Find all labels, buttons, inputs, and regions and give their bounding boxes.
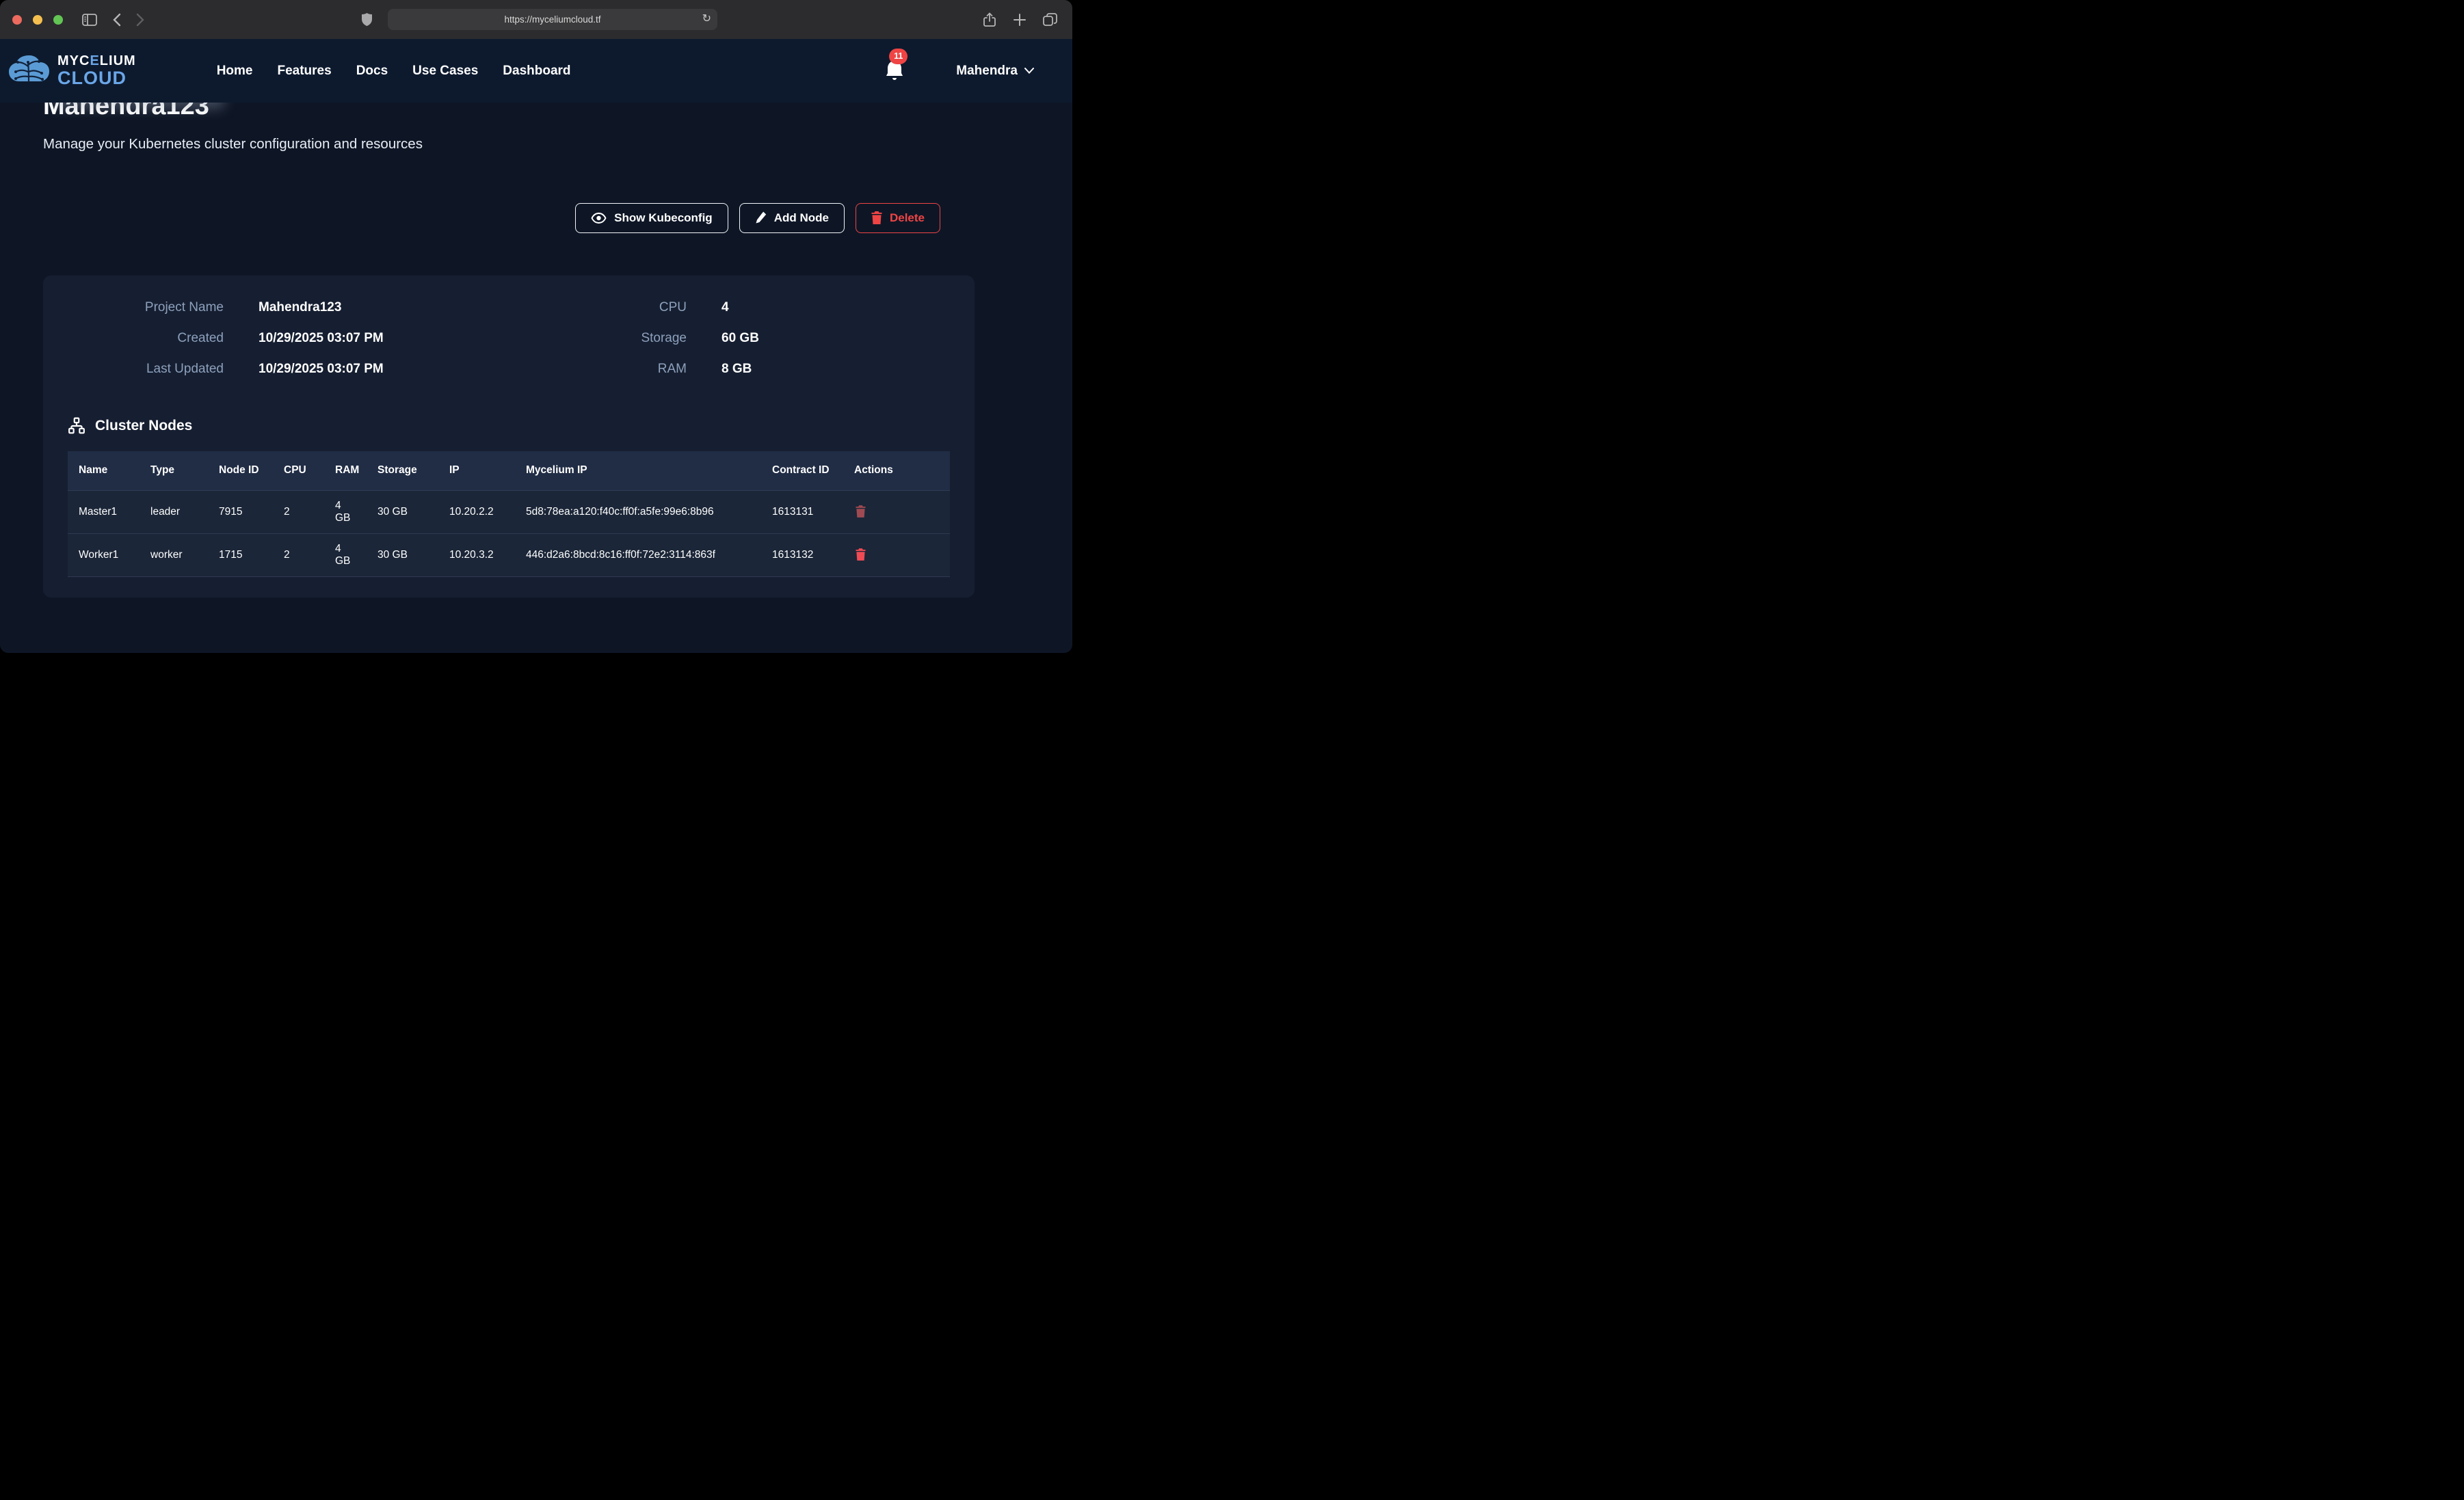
cell-ip: 10.20.2.2 [438,491,515,534]
minimize-window-button[interactable] [33,15,42,25]
nav-item-home[interactable]: Home [217,64,253,79]
privacy-shield-icon[interactable] [355,10,378,30]
cell-type: worker [140,534,208,577]
traffic-lights [12,15,63,25]
col-node-id: Node ID [208,451,273,491]
col-ram: RAM [324,451,367,491]
cell-type: leader [140,491,208,534]
storage-label: Storage [522,331,687,346]
page-subtitle: Manage your Kubernetes cluster configura… [0,136,1072,152]
cpu-value: 4 [721,300,729,315]
cell-ram: 4 GB [324,491,367,534]
cell-cpu: 2 [273,534,324,577]
tab-overview-icon[interactable] [1038,10,1061,30]
cluster-overview-card: Project Name Mahendra123 Created 10/29/202… [43,276,975,598]
delete-cluster-button[interactable]: Delete [856,203,940,233]
col-storage: Storage [367,451,438,491]
close-window-button[interactable] [12,15,22,25]
add-node-button[interactable]: Add Node [739,203,845,233]
nav-item-features[interactable]: Features [277,64,331,79]
user-menu[interactable]: Mahendra [956,64,1034,79]
table-header-row: Name Type Node ID CPU RAM Storage IP Myc… [68,451,950,491]
cell-cpu: 2 [273,491,324,534]
zoom-window-button[interactable] [53,15,63,25]
col-name: Name [68,451,140,491]
sidebar-toggle-icon[interactable] [78,10,101,30]
col-ip: IP [438,451,515,491]
col-actions: Actions [843,451,950,491]
nav-item-docs[interactable]: Docs [356,64,388,79]
refresh-icon[interactable]: ↻ [702,12,711,25]
cell-ram: 4 GB [324,534,367,577]
address-bar[interactable]: https://myceliumcloud.tf ↻ [388,9,717,30]
storage-value: 60 GB [721,331,759,346]
cell-storage: 30 GB [367,534,438,577]
eye-icon [591,213,607,224]
last-updated-value: 10/29/2025 03:07 PM [259,362,384,377]
mycelium-cloud-logo[interactable]: MYCELIUM CLOUD [8,54,136,88]
col-type: Type [140,451,208,491]
cell-name: Worker1 [68,534,140,577]
cloud-tree-logo-icon [8,54,51,88]
pencil-icon [755,211,767,224]
cell-contract-id: 1613131 [761,491,843,534]
new-tab-icon[interactable] [1008,10,1031,30]
delete-node-button[interactable] [854,504,867,521]
url-text: https://myceliumcloud.tf [504,14,600,25]
created-label: Created [68,331,224,346]
nav-item-use-cases[interactable]: Use Cases [412,64,478,79]
cell-mycelium-ip: 5d8:78ea:a120:f40c:ff0f:a5fe:99e6:8b96 [515,491,761,534]
cluster-nodes-table: Name Type Node ID CPU RAM Storage IP Myc… [68,451,950,578]
cell-ip: 10.20.3.2 [438,534,515,577]
delete-node-button[interactable] [854,547,867,564]
project-name-label: Project Name [68,300,224,315]
back-button-icon[interactable] [105,10,129,30]
ram-value: 8 GB [721,362,752,377]
user-name: Mahendra [956,64,1018,79]
browser-window: https://myceliumcloud.tf ↻ [0,0,1072,653]
trash-icon [856,548,866,561]
cell-name: Master1 [68,491,140,534]
app-navbar: MYCELIUM CLOUD Home Features Docs Use Ca… [0,39,1072,103]
notifications-bell[interactable]: 11 [885,59,905,83]
created-value: 10/29/2025 03:07 PM [259,331,384,346]
cell-storage: 30 GB [367,491,438,534]
nav-item-dashboard[interactable]: Dashboard [503,64,570,79]
cpu-label: CPU [522,300,687,315]
cell-mycelium-ip: 446:d2a6:8bcd:8c16:ff0f:72e2:3114:863f [515,534,761,577]
col-contract-id: Contract ID [761,451,843,491]
cluster-actions: Show Kubeconfig Add Node Delete [0,203,1072,233]
trash-icon [871,211,882,224]
project-name-value: Mahendra123 [259,300,341,315]
trash-icon [856,505,866,518]
col-mycelium-ip: Mycelium IP [515,451,761,491]
overview-right-column: CPU 4 Storage 60 GB RAM 8 GB [522,300,950,392]
notification-count-badge: 11 [889,49,908,64]
share-icon[interactable] [978,10,1001,30]
forward-button-icon[interactable] [129,10,152,30]
cell-node-id: 7915 [208,491,273,534]
ram-label: RAM [522,362,687,377]
nav-links: Home Features Docs Use Cases Dashboard [217,64,571,79]
last-updated-label: Last Updated [68,362,224,377]
browser-titlebar: https://myceliumcloud.tf ↻ [0,0,1072,39]
cell-node-id: 1715 [208,534,273,577]
network-icon [68,417,85,435]
col-cpu: CPU [273,451,324,491]
table-row: Worker1 worker 1715 2 4 GB 30 GB 10.20.3… [68,534,950,577]
cluster-nodes-heading: Cluster Nodes [95,418,192,434]
chevron-down-icon [1024,68,1034,74]
page-content: Mahendra123 Manage your Kubernetes clust… [0,91,1072,641]
show-kubeconfig-button[interactable]: Show Kubeconfig [575,203,728,233]
cell-contract-id: 1613132 [761,534,843,577]
logo-wordmark: MYCELIUM CLOUD [57,54,136,88]
table-row: Master1 leader 7915 2 4 GB 30 GB 10.20.2… [68,491,950,534]
overview-left-column: Project Name Mahendra123 Created 10/29/202… [68,300,495,392]
